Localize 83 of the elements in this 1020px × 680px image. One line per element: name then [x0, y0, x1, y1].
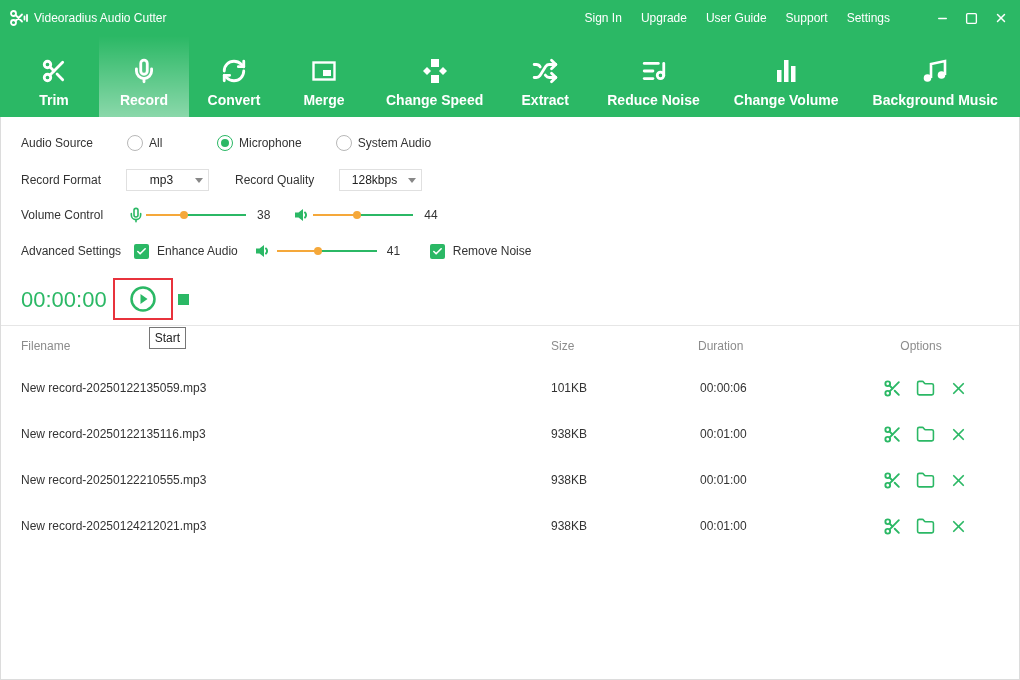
column-header: Options — [900, 339, 942, 353]
checkbox[interactable] — [134, 243, 149, 259]
music-note-icon — [922, 58, 949, 84]
menu-link[interactable]: Upgrade — [640, 9, 687, 27]
slider-thumb[interactable] — [353, 211, 362, 219]
toolbar-tab[interactable]: Reduce Noise — [590, 36, 717, 117]
shuffle-icon — [532, 58, 559, 84]
toolbar-tab[interactable]: Change Speed — [369, 36, 501, 117]
toolbar-tab[interactable]: Trim — [9, 36, 99, 117]
check-icon — [136, 245, 147, 257]
field-label: Volume Control — [21, 207, 105, 224]
column-header: Duration — [698, 339, 744, 353]
checkbox-option[interactable]: Remove Noise — [429, 242, 532, 260]
table-cell: 938KB — [551, 519, 588, 533]
table-cell: New record-20250122210555.mp3 — [21, 473, 207, 487]
table-cell: 00:00:06 — [700, 381, 747, 395]
field-label: Advanced Settings — [21, 243, 123, 260]
folder-icon[interactable] — [915, 470, 935, 490]
radio-option[interactable]: System Audio — [335, 134, 432, 152]
scissors-logo-icon — [10, 10, 29, 26]
table-cell: 101KB — [551, 381, 588, 395]
slider-value: 38 — [257, 207, 271, 224]
field-label: Audio Source — [21, 135, 95, 152]
table-cell: New record-20250122135059.mp3 — [21, 381, 207, 395]
folder-icon[interactable] — [915, 378, 935, 398]
speaker-icon — [294, 208, 310, 222]
slider-thumb[interactable] — [180, 211, 188, 219]
format-select[interactable]: mp3 — [126, 169, 209, 191]
play-icon — [129, 286, 156, 312]
caret-icon — [195, 178, 203, 183]
table-cell: New record-20250124212021.mp3 — [21, 519, 207, 533]
table-cell: 00:01:00 — [700, 427, 747, 441]
checkbox-option[interactable]: Enhance Audio — [134, 242, 238, 260]
column-header: Size — [551, 339, 575, 353]
start-button[interactable] — [112, 278, 173, 320]
radio-option[interactable]: Microphone — [217, 134, 302, 152]
column-header: Filename — [21, 339, 71, 353]
check-icon — [431, 245, 443, 257]
scissors-icon[interactable] — [882, 378, 902, 398]
tooltip: Start — [148, 327, 186, 349]
toolbar-tab[interactable]: Record — [99, 36, 189, 117]
close-icon[interactable] — [994, 11, 1008, 25]
field-label: Record Quality — [235, 172, 316, 189]
slider-value: 44 — [424, 207, 438, 224]
table-cell: 938KB — [551, 473, 588, 487]
circular-arrows-icon — [221, 58, 247, 84]
radio-option[interactable]: All — [127, 134, 183, 152]
scissors-icon[interactable] — [882, 516, 902, 536]
slider-track[interactable] — [146, 210, 246, 220]
scissors-icon — [41, 58, 67, 84]
menu-link[interactable]: Sign In — [584, 9, 622, 27]
toolbar-tab[interactable]: Change Volume — [716, 36, 856, 117]
caret-icon — [408, 178, 416, 183]
slider-value: 41 — [386, 244, 401, 258]
folder-icon[interactable] — [915, 516, 935, 536]
toolbar-tab[interactable]: Extract — [500, 36, 591, 117]
diamonds-icon — [421, 58, 448, 84]
quality-select[interactable]: 128kbps — [339, 169, 422, 191]
slider-thumb[interactable] — [313, 247, 322, 255]
microphone-icon — [128, 207, 144, 223]
speaker-icon — [254, 244, 270, 258]
menu-link[interactable]: Support — [785, 9, 828, 27]
timer-display: 00:00:00 — [21, 285, 107, 314]
slider-track[interactable] — [313, 210, 414, 220]
menu-link[interactable]: User Guide — [705, 9, 767, 27]
table-cell: 00:01:00 — [700, 473, 747, 487]
toolbar-tab[interactable]: Convert — [189, 36, 279, 117]
menu-link[interactable]: Settings — [846, 9, 890, 27]
table-cell: New record-20250122135116.mp3 — [21, 427, 206, 441]
field-label: Record Format — [21, 172, 103, 189]
toolbar-tab[interactable]: Background Music — [855, 36, 1015, 117]
table-cell: 938KB — [551, 427, 588, 441]
slider-track[interactable] — [276, 246, 377, 256]
folder-icon[interactable] — [915, 424, 935, 444]
scissors-icon[interactable] — [882, 470, 902, 490]
toolbar-tab[interactable]: Merge — [279, 36, 369, 117]
window-inset-icon — [311, 58, 337, 84]
stop-icon[interactable] — [177, 293, 189, 305]
checkbox[interactable] — [429, 243, 445, 259]
window-title: Videoradius Audio Cutter — [34, 10, 167, 27]
scissors-icon[interactable] — [882, 424, 902, 444]
maximize-icon[interactable] — [965, 11, 978, 25]
table-cell: 00:01:00 — [700, 519, 747, 533]
